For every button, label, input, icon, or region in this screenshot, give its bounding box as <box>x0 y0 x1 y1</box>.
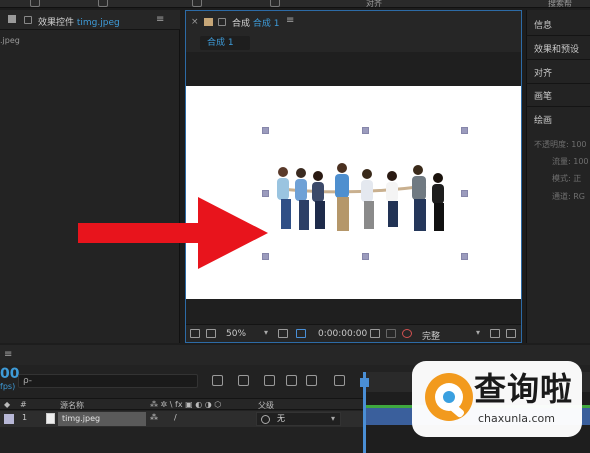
tool-icon[interactable] <box>192 0 202 7</box>
composition-title: 合成 合成 1 <box>232 19 280 29</box>
panel-menu-icon[interactable]: ≡ <box>286 15 294 26</box>
search-help[interactable]: 搜索帮 <box>548 0 572 9</box>
transform-handle[interactable] <box>461 190 468 197</box>
lock-icon[interactable] <box>24 16 32 24</box>
shy-switch-icon[interactable]: ⁂ <box>150 413 158 422</box>
composition-tab[interactable]: × 合成 合成 1 ≡ <box>186 11 521 33</box>
chevron-down-icon[interactable]: ▾ <box>264 328 268 337</box>
watermark-url: chaxunla.com <box>478 412 555 425</box>
monitor-icon[interactable] <box>206 329 216 338</box>
motion-blur-icon[interactable] <box>306 375 317 386</box>
camera-icon[interactable] <box>370 329 380 338</box>
layer-name[interactable]: timg.jpeg <box>58 412 146 426</box>
region-of-interest-icon[interactable] <box>490 329 500 338</box>
frame-blend-icon[interactable] <box>286 375 297 386</box>
top-toolbar: 对齐 搜索帮 <box>0 0 590 8</box>
composition-color-icon <box>204 18 213 26</box>
info-panel-tab[interactable]: 信息 <box>534 18 552 31</box>
brushes-tab[interactable]: 画笔 <box>534 89 552 102</box>
column-parent[interactable]: 父级 <box>258 400 274 411</box>
transform-handle[interactable] <box>461 253 468 260</box>
comp-flowchart-icon[interactable] <box>212 375 223 386</box>
person-figure <box>277 167 291 229</box>
timeline-column-headers: ◆ # 源名称 ⁂ ✲ \ fx ▣ ◐ ◑ ⬡ 父级 <box>0 398 365 410</box>
tool-icon[interactable] <box>270 0 280 7</box>
layer-index: 1 <box>22 413 28 422</box>
image-file-icon <box>46 413 55 424</box>
transform-handle[interactable] <box>262 127 269 134</box>
color-channel-icon[interactable] <box>402 329 412 338</box>
transform-handle[interactable] <box>362 127 369 134</box>
red-arrow-annotation <box>78 197 268 269</box>
paint-opacity: 不透明度: 100 <box>534 140 587 149</box>
effect-controls-panel <box>0 10 180 343</box>
align-tab[interactable]: 对齐 <box>534 66 552 79</box>
draft-3d-icon[interactable] <box>238 375 249 386</box>
effect-controls-layer: .jpeg <box>0 36 20 45</box>
always-preview-icon[interactable] <box>190 329 200 338</box>
column-number: # <box>20 400 27 409</box>
workspace-align[interactable]: 对齐 <box>366 0 382 9</box>
quality-switch-icon[interactable]: / <box>174 413 177 422</box>
shy-icon[interactable] <box>264 375 275 386</box>
mask-visibility-icon[interactable] <box>296 329 306 338</box>
paint-mode: 模式: 正 <box>552 174 582 183</box>
column-source-name[interactable]: 源名称 <box>60 400 84 411</box>
search-icon: ρ- <box>23 376 32 386</box>
close-icon[interactable]: × <box>191 17 199 27</box>
chevron-down-icon[interactable]: ▾ <box>476 328 480 337</box>
lock-icon[interactable] <box>218 18 226 26</box>
resolution-select[interactable]: 完整 <box>422 329 440 342</box>
composition-breadcrumb[interactable]: 合成 1 <box>200 36 250 50</box>
paint-tab[interactable]: 绘画 <box>534 113 552 126</box>
transform-handle[interactable] <box>362 253 369 260</box>
transparency-grid-icon[interactable] <box>506 329 516 338</box>
zoom-select[interactable]: 50% <box>226 329 246 339</box>
timeline-current-time[interactable]: 00 <box>0 366 19 382</box>
effect-controls-title: 效果控件 timg.jpeg <box>38 18 120 28</box>
watermark-title: 查询啦 <box>474 370 574 408</box>
link-icon[interactable] <box>386 329 396 338</box>
panel-menu-icon[interactable]: ≡ <box>156 14 164 25</box>
chevron-down-icon[interactable]: ▾ <box>331 413 335 425</box>
transform-handle[interactable] <box>461 127 468 134</box>
pickwhip-icon[interactable] <box>261 415 270 424</box>
paint-flow: 流量: 100 <box>552 157 589 166</box>
paint-channels: 通道: RG <box>552 192 585 201</box>
playhead-handle[interactable] <box>360 378 369 387</box>
timeline-search-input[interactable]: ρ- <box>18 374 198 388</box>
grid-icon[interactable] <box>278 329 288 338</box>
parent-select[interactable]: 无 ▾ <box>256 412 341 426</box>
switches-icon[interactable]: ⁂ ✲ \ fx ▣ ◐ ◑ ⬡ <box>150 400 221 409</box>
panel-square-icon <box>8 15 16 23</box>
watermark-q-logo-icon <box>425 373 473 421</box>
table-row[interactable]: 1 timg.jpeg ⁂ / 无 ▾ <box>0 411 365 427</box>
label-icon[interactable]: ◆ <box>4 400 10 409</box>
panel-menu-icon[interactable]: ≡ <box>4 349 12 360</box>
timeline-fps: fps) <box>0 382 16 391</box>
graph-editor-icon[interactable] <box>334 375 345 386</box>
viewer-toolbar: 50% ▾ 0:00:00:00 完整 ▾ <box>186 324 521 342</box>
current-time[interactable]: 0:00:00:00 <box>318 329 367 339</box>
layer-label-color[interactable] <box>4 414 14 424</box>
effect-controls-tab[interactable]: 效果控件 timg.jpeg ≡ <box>0 10 180 30</box>
tool-icon[interactable] <box>98 0 108 7</box>
tool-icon[interactable] <box>30 0 40 7</box>
effects-presets-tab[interactable]: 效果和预设 <box>534 42 579 55</box>
